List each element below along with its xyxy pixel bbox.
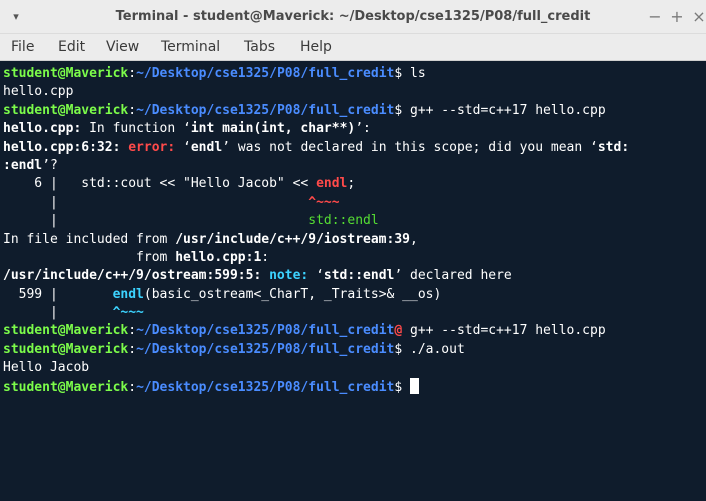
menu-view[interactable]: View xyxy=(106,39,139,55)
note-caret: ^~~~ xyxy=(112,305,144,321)
terminal-line: hello.cpp:6:32: error: ‘endl’ was not de… xyxy=(3,139,703,157)
command-text: ls xyxy=(402,66,426,81)
note-token: endl xyxy=(112,286,144,302)
diag-quote: ‘ xyxy=(316,268,324,284)
menu-terminal[interactable]: Terminal xyxy=(161,39,220,55)
menu-file[interactable]: File xyxy=(11,39,34,55)
terminal-line: 599 | endl(basic_ostream<_CharT, _Traits… xyxy=(3,286,703,304)
close-button[interactable]: × xyxy=(690,7,706,27)
terminal-line: | std::endl xyxy=(3,212,703,230)
diag-text: ’? xyxy=(42,157,58,173)
terminal-line: student@Maverick:~/Desktop/cse1325/P08/f… xyxy=(3,65,703,83)
gutter: 599 | xyxy=(3,286,113,302)
prompt-path: ~/Desktop/cse1325/P08/full_credit xyxy=(136,341,395,357)
terminal-line: student@Maverick:~/Desktop/cse1325/P08/f… xyxy=(3,322,703,340)
diag-file: hello.cpp:1 xyxy=(175,249,262,265)
gutter: | xyxy=(3,213,309,229)
prompt-user-host: student@Maverick xyxy=(3,102,129,118)
prompt-separator: : xyxy=(128,323,137,339)
diag-text: In file included from xyxy=(3,231,176,247)
menu-tabs[interactable]: Tabs xyxy=(244,39,275,55)
diag-quote: ’: xyxy=(355,121,371,137)
prompt-user-host: student@Maverick xyxy=(3,341,129,357)
diag-location: /usr/include/c++/9/ostream:599:5: xyxy=(3,268,270,284)
command-text: g++ --std=c++17 hello.cpp xyxy=(402,102,606,118)
diag-file: hello.cpp: xyxy=(3,121,82,137)
diag-text: ’ was not declared in this scope; did yo… xyxy=(222,139,598,155)
prompt-dollar: $ xyxy=(394,341,403,357)
terminal-line: :endl’? xyxy=(3,157,703,175)
prompt-separator: : xyxy=(128,379,137,395)
terminal-line: from hello.cpp:1: xyxy=(3,249,703,267)
terminal-output[interactable]: student@Maverick:~/Desktop/cse1325/P08/f… xyxy=(0,61,706,501)
prompt-user-host: student@Maverick xyxy=(3,379,129,395)
error-token: endl xyxy=(316,176,348,192)
terminal-line: student@Maverick:~/Desktop/cse1325/P08/f… xyxy=(3,377,703,396)
text-cursor xyxy=(410,377,419,394)
output-text: Hello Jacob xyxy=(3,360,90,376)
command-text: g++ --std=c++17 hello.cpp xyxy=(402,323,606,339)
maximize-button[interactable]: + xyxy=(668,7,686,27)
terminal-line: | ^~~~ xyxy=(3,304,703,322)
prompt-path: ~/Desktop/cse1325/P08/full_credit xyxy=(136,66,395,81)
menu-help[interactable]: Help xyxy=(300,39,332,55)
prompt-user-host: student@Maverick xyxy=(3,323,129,339)
terminal-line: | ^~~~ xyxy=(3,194,703,212)
prompt-separator: : xyxy=(128,341,137,357)
prompt-path: ~/Desktop/cse1325/P08/full_credit xyxy=(136,379,395,395)
title-bar: ▾ Terminal - student@Maverick: ~/Desktop… xyxy=(0,0,706,34)
gutter: | xyxy=(3,305,113,321)
source-line: (basic_ostream<_CharT, _Traits>& __os) xyxy=(143,286,442,302)
diag-symbol: std::endl xyxy=(323,268,395,284)
source-line: 6 | std::cout << "Hello Jacob" << xyxy=(3,176,317,192)
prompt-separator: : xyxy=(128,66,137,81)
prompt-path: ~/Desktop/cse1325/P08/full_credit xyxy=(136,102,395,118)
diag-text: , xyxy=(410,231,418,247)
diag-text: ’ declared here xyxy=(394,268,512,284)
command-text: ./a.out xyxy=(402,341,465,357)
prompt-user-host: student@Maverick xyxy=(3,66,129,81)
diag-suggestion: std: xyxy=(597,139,630,155)
diag-quote: ‘ xyxy=(183,139,191,155)
diag-text: : xyxy=(261,249,270,265)
output-text: hello.cpp xyxy=(3,84,74,100)
prompt-path: ~/Desktop/cse1325/P08/full_credit xyxy=(136,323,395,339)
window-title: Terminal - student@Maverick: ~/Desktop/c… xyxy=(115,9,591,24)
terminal-line: 6 | std::cout << "Hello Jacob" << endl; xyxy=(3,175,703,193)
menu-edit[interactable]: Edit xyxy=(58,39,85,55)
prompt-dollar: $ xyxy=(394,379,403,395)
terminal-line: hello.cpp xyxy=(3,83,703,101)
note-label: note: xyxy=(269,268,317,284)
source-line: ; xyxy=(347,176,356,192)
terminal-line: In file included from /usr/include/c++/9… xyxy=(3,231,703,249)
terminal-line: student@Maverick:~/Desktop/cse1325/P08/f… xyxy=(3,102,703,120)
terminal-line: Hello Jacob xyxy=(3,359,703,377)
diag-text: from xyxy=(3,249,176,265)
error-caret: ^~~~ xyxy=(308,194,340,210)
terminal-line: hello.cpp: In function ‘int main(int, ch… xyxy=(3,120,703,138)
prompt-dollar: $ xyxy=(394,66,403,81)
terminal-line: /usr/include/c++/9/ostream:599:5: note: … xyxy=(3,267,703,285)
prompt-error-marker: @ xyxy=(394,323,403,339)
menu-bar: File Edit View Terminal Tabs Help xyxy=(0,34,706,61)
error-label: error: xyxy=(128,139,184,155)
minimize-button[interactable]: − xyxy=(646,7,664,27)
diag-file: /usr/include/c++/9/iostream:39 xyxy=(175,231,410,247)
gutter: | xyxy=(3,194,309,210)
diag-text: In function xyxy=(81,121,184,137)
diag-symbol: endl xyxy=(190,139,223,155)
diag-function: int main(int, char**) xyxy=(190,121,356,137)
prompt-separator: : xyxy=(128,102,137,118)
prompt-dollar: $ xyxy=(394,102,403,118)
diag-quote: ‘ xyxy=(183,121,191,137)
diag-location: hello.cpp:6:32: xyxy=(3,139,129,155)
diag-suggestion: :endl xyxy=(3,157,43,173)
terminal-line: student@Maverick:~/Desktop/cse1325/P08/f… xyxy=(3,341,703,359)
fixit-hint: std::endl xyxy=(308,213,379,229)
